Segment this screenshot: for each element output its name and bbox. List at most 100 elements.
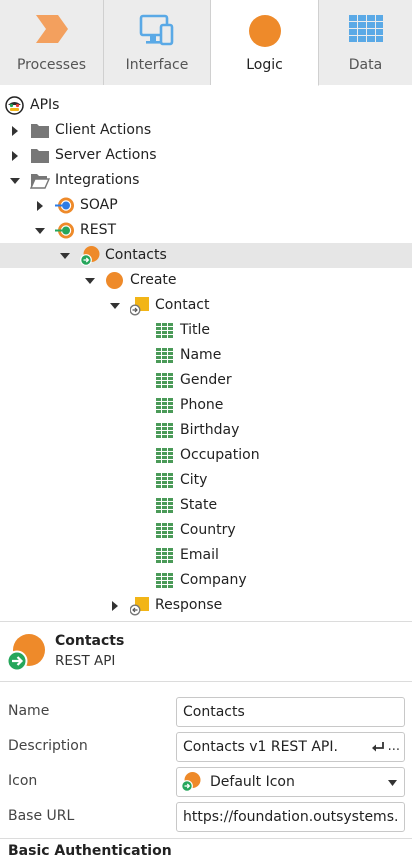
caret-right-icon[interactable] [9,143,21,168]
icon-label: Icon [8,773,38,789]
tab-logic[interactable]: Logic [211,0,319,86]
tree-item-label: Contact [155,297,210,313]
tab-interface[interactable]: Interface [104,0,211,85]
attribute-icon [155,521,174,540]
description-more: ... [387,739,400,754]
chevron-down-icon [388,780,397,786]
base-url-input[interactable]: https://foundation.outsystems. [176,802,405,832]
tree-item-attribute[interactable]: Title [0,318,412,343]
attribute-icon [155,396,174,415]
description-value: Contacts v1 REST API. [183,739,338,755]
tree-item-response[interactable]: Response [0,593,412,618]
basic-auth-section-title: Basic Authentication [8,843,172,859]
tree-item-attribute[interactable]: Gender [0,368,412,393]
tree-item-integrations[interactable]: Integrations [0,168,412,193]
panel-divider [0,681,412,682]
processes-icon [34,14,70,48]
tree-item-apis[interactable]: APIs [0,93,412,118]
tree-item-label: Phone [180,397,224,413]
tree-item-client-actions[interactable]: Client Actions [0,118,412,143]
tree-item-label: SOAP [80,197,118,213]
selected-object-type: REST API [55,653,116,669]
data-icon [348,14,384,48]
icon-select[interactable]: Default Icon [176,767,405,797]
description-label: Description [8,738,88,754]
caret-right-icon[interactable] [109,593,121,618]
folder-icon [30,146,49,165]
attribute-icon [155,471,174,490]
tree-item-attribute[interactable]: Name [0,343,412,368]
tree-item-label: Response [155,597,223,613]
description-expander[interactable]: ... [371,733,400,761]
output-structure-icon [129,596,149,616]
panel-divider [0,838,412,839]
caret-right-icon[interactable] [9,118,21,143]
attribute-icon [155,321,174,340]
soap-icon [55,196,74,215]
api-icon [5,96,24,115]
tree-item-label: Server Actions [55,147,157,163]
logic-tree: APIs Client Actions Server Actions Integ… [0,93,412,618]
tree-item-create[interactable]: Create [0,268,412,293]
name-label: Name [8,703,50,719]
tree-item-server-actions[interactable]: Server Actions [0,143,412,168]
tab-label: Processes [16,57,86,73]
tree-item-label: State [180,497,218,513]
attribute-icon [155,371,174,390]
rest-api-icon [6,633,47,673]
tree-item-label: City [180,472,208,488]
caret-right-icon[interactable] [34,193,46,218]
tree-item-soap[interactable]: SOAP [0,193,412,218]
tree-item-attribute[interactable]: Company [0,568,412,593]
tree-item-attribute[interactable]: Birthday [0,418,412,443]
attribute-icon [155,346,174,365]
tree-item-label: APIs [30,97,60,113]
icon-select-value: Default Icon [210,774,295,790]
enter-icon [371,742,384,752]
tree-item-contacts[interactable]: Contacts [0,243,412,268]
attribute-icon [155,446,174,465]
tab-label: Data [348,57,383,73]
tree-item-label: Integrations [55,172,140,188]
tree-item-contact[interactable]: Contact [0,293,412,318]
tree-item-attribute[interactable]: Occupation [0,443,412,468]
tree-item-attribute[interactable]: Email [0,543,412,568]
tree-item-label: Name [180,347,222,363]
tree-item-label: Country [180,522,236,538]
tree-item-label: Occupation [180,447,260,463]
rest-method-icon [105,271,124,290]
description-input[interactable]: Contacts v1 REST API. ... [176,732,405,762]
caret-down-icon[interactable] [9,168,21,193]
tree-item-attribute[interactable]: Phone [0,393,412,418]
interface-icon [139,14,175,50]
tree-item-label: REST [80,222,117,238]
caret-down-icon[interactable] [109,293,121,318]
tree-item-label: Birthday [180,422,240,438]
tab-label: Interface [125,57,189,73]
caret-down-icon[interactable] [84,268,96,293]
tree-item-label: Company [180,572,247,588]
caret-down-icon[interactable] [34,218,46,243]
caret-down-icon[interactable] [59,243,71,268]
rest-icon [55,221,74,240]
tab-processes[interactable]: Processes [0,0,104,85]
input-structure-icon [129,296,149,316]
panel-divider [0,621,412,622]
folder-icon [30,121,49,140]
rest-api-icon [181,772,201,792]
tree-item-attribute[interactable]: City [0,468,412,493]
tree-item-attribute[interactable]: Country [0,518,412,543]
attribute-icon [155,421,174,440]
base-url-label: Base URL [8,808,75,824]
tab-data[interactable]: Data [319,0,412,85]
attribute-icon [155,571,174,590]
logic-icon [247,14,283,54]
tree-item-label: Title [180,322,211,338]
attribute-icon [155,546,174,565]
tree-item-rest[interactable]: REST [0,218,412,243]
tree-item-label: Gender [180,372,232,388]
tree-item-label: Create [130,272,177,288]
name-input[interactable]: Contacts [176,697,405,727]
tree-item-attribute[interactable]: State [0,493,412,518]
folder-open-icon [29,171,51,190]
